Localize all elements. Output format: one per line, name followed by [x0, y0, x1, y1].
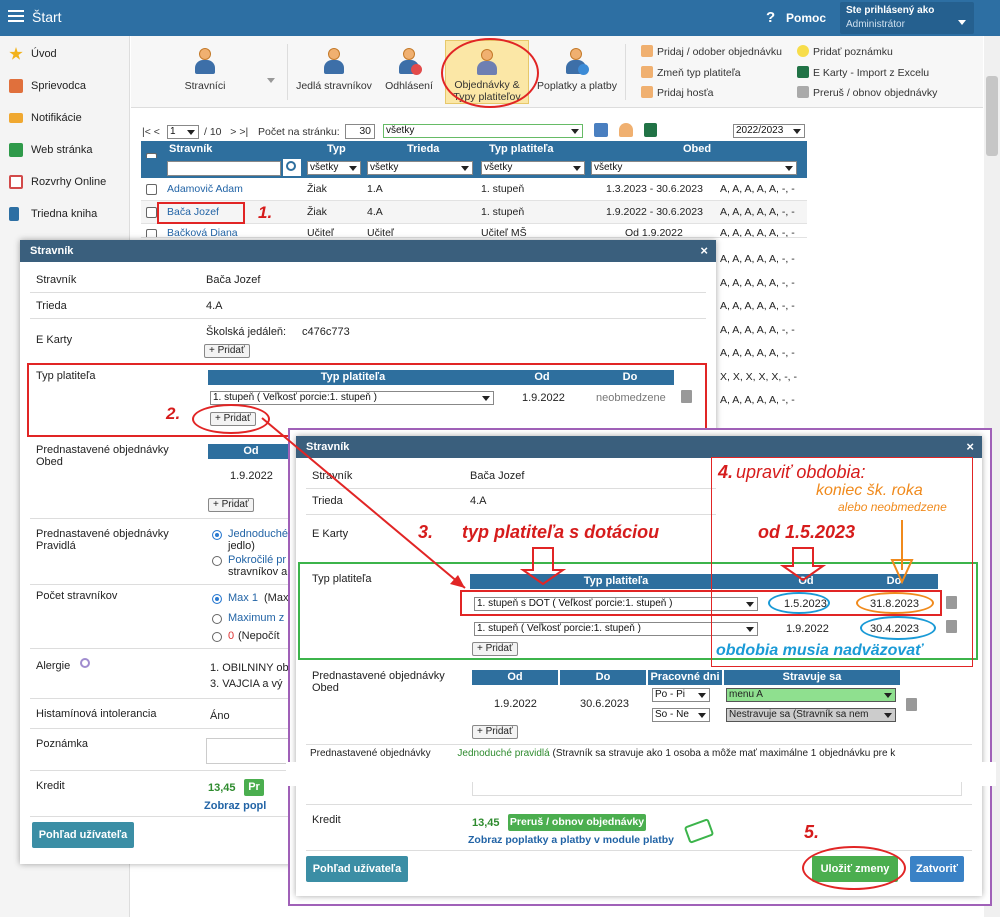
annotation-arrows: [261, 417, 914, 589]
